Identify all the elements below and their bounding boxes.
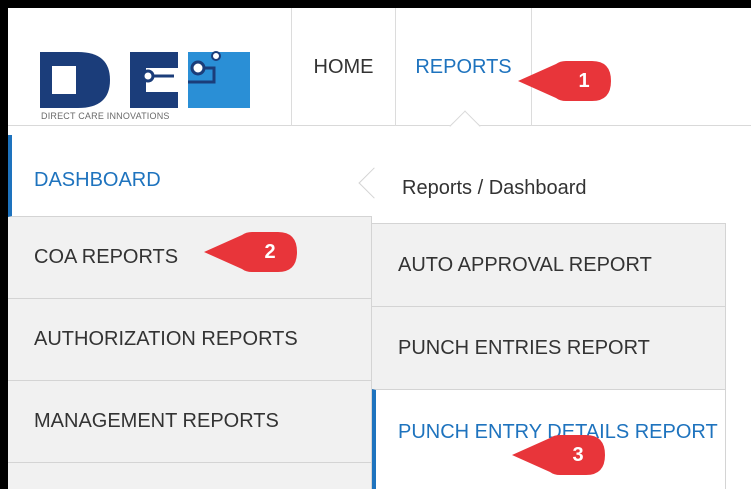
callout-badge-3: 3 (510, 434, 606, 476)
nav-reports[interactable]: REPORTS (396, 8, 532, 126)
reports-left-menu: DASHBOARD COA REPORTS AUTHORIZATION REPO… (8, 135, 372, 489)
app-frame: DIRECT CARE INNOVATIONS HOME REPORTS DAS… (8, 8, 751, 489)
callout-badge-1: 1 (516, 60, 612, 102)
submenu-item-auto-approval-report[interactable]: AUTO APPROVAL REPORT (372, 223, 726, 306)
menu-item-authorization-reports[interactable]: AUTHORIZATION REPORTS (8, 299, 372, 381)
logo-caption: DIRECT CARE INNOVATIONS (41, 111, 170, 121)
menu-item-dashboard[interactable]: DASHBOARD (8, 135, 372, 217)
menu-item-partial[interactable] (8, 463, 372, 489)
top-nav-bar: DIRECT CARE INNOVATIONS HOME REPORTS (8, 8, 751, 126)
callout-number: 2 (264, 240, 276, 263)
nav-home[interactable]: HOME (292, 8, 396, 126)
breadcrumb: Reports / Dashboard (402, 177, 587, 199)
callout-badge-2: 2 (202, 231, 298, 273)
menu-item-management-reports[interactable]: MANAGEMENT REPORTS (8, 381, 372, 463)
menu-item-coa-reports[interactable]: COA REPORTS (8, 217, 372, 299)
callout-number: 1 (578, 69, 590, 92)
callout-number: 3 (572, 443, 584, 466)
logo-area[interactable]: DIRECT CARE INNOVATIONS (8, 8, 292, 126)
submenu-item-punch-entries-report[interactable]: PUNCH ENTRIES REPORT (372, 306, 726, 389)
